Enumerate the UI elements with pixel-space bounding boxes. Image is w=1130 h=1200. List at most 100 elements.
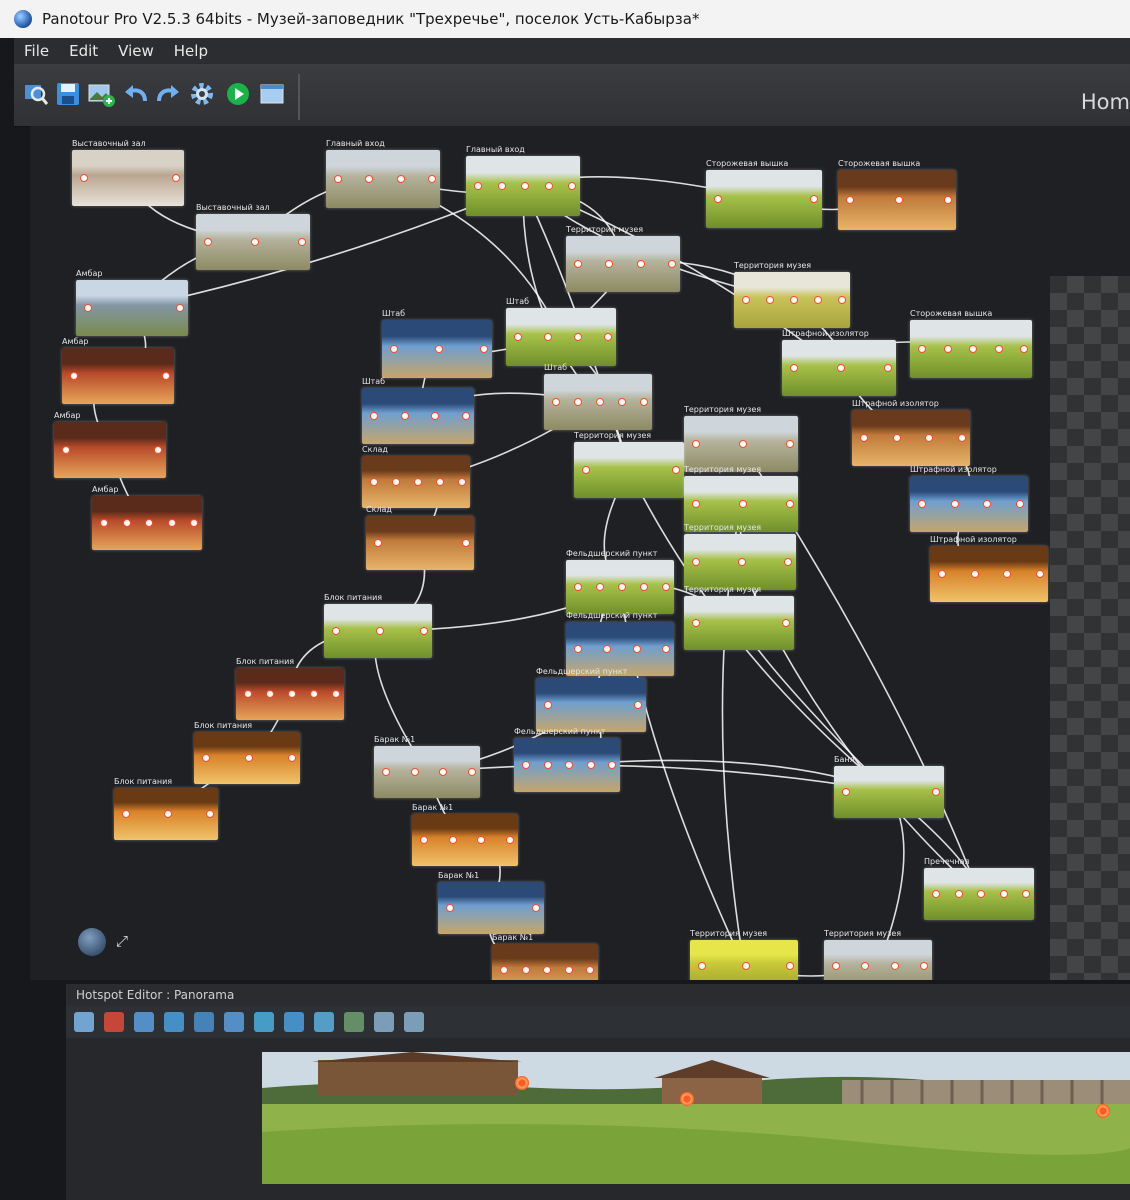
hotspot-dot[interactable] (376, 627, 384, 635)
hotspot-dot[interactable] (310, 690, 318, 698)
hotspot-dot[interactable] (266, 690, 274, 698)
gear-icon[interactable] (188, 80, 216, 108)
hotspot-dot[interactable] (497, 182, 506, 190)
hotspot-dot[interactable] (932, 890, 940, 898)
move-icon[interactable] (74, 1012, 94, 1032)
panorama-node[interactable]: Штрафной изолятор (930, 535, 1048, 602)
panorama-thumbnail[interactable] (566, 236, 680, 292)
hotspot-dot[interactable] (574, 333, 582, 341)
hotspot-dot[interactable] (714, 195, 722, 203)
hotspot-dot[interactable] (618, 398, 626, 406)
hotspot-dot[interactable] (100, 519, 108, 527)
hotspot-dot[interactable] (782, 619, 790, 627)
hotspot-dot[interactable] (448, 836, 457, 844)
panorama-thumbnail[interactable] (910, 476, 1028, 532)
hotspot-dot[interactable] (552, 398, 560, 406)
hotspot-dot[interactable] (586, 761, 595, 769)
picture-icon[interactable] (374, 1012, 394, 1032)
hotspot-dot[interactable] (698, 962, 706, 970)
hotspot-dot[interactable] (640, 583, 648, 591)
hotspot-dot[interactable] (892, 434, 901, 442)
hotspot-dot[interactable] (390, 345, 398, 353)
panorama-preview[interactable] (262, 1052, 1130, 1184)
panorama-node[interactable]: Штрафной изолятор (910, 465, 1028, 532)
select-icon[interactable] (104, 1012, 124, 1032)
panorama-node[interactable]: Пречечная (924, 857, 1034, 920)
panorama-node[interactable]: Фельдшерский пункт (514, 727, 620, 792)
hotspot-dot[interactable] (596, 398, 604, 406)
hotspot-dot[interactable] (950, 500, 959, 508)
hotspot-dot[interactable] (370, 478, 378, 486)
panorama-node[interactable]: Блок питания (194, 721, 300, 784)
hotspot-dot[interactable] (692, 558, 700, 566)
hotspot-dot[interactable] (932, 788, 940, 796)
hotspot-dot[interactable] (860, 434, 868, 442)
hotspot-dot[interactable] (596, 583, 604, 591)
hotspot-dot[interactable] (739, 500, 747, 508)
hotspot-dot[interactable] (634, 701, 642, 709)
hotspot-dot[interactable] (564, 966, 573, 974)
hotspot-dot[interactable] (162, 372, 170, 380)
hotspot-dot[interactable] (786, 962, 794, 970)
hotspot-dot[interactable] (842, 788, 850, 796)
panorama-node[interactable]: Территория музея (684, 585, 794, 650)
hotspot-dot[interactable] (958, 434, 966, 442)
panorama-node[interactable]: Барак №1 (412, 803, 518, 866)
panorama-node[interactable]: Барак №1 (374, 735, 480, 798)
search-icon[interactable] (22, 80, 50, 108)
hotspot-dot[interactable] (837, 364, 845, 372)
hotspot-dot[interactable] (632, 645, 641, 653)
hotspot-dot[interactable] (122, 810, 130, 818)
save-icon[interactable] (54, 80, 82, 108)
menu-file[interactable]: File (14, 42, 59, 60)
panorama-node[interactable]: Штрафной изолятор (852, 399, 970, 466)
hotspot-dot[interactable] (692, 440, 700, 448)
panorama-thumbnail[interactable] (574, 442, 684, 498)
text-hotspot-icon[interactable] (224, 1012, 244, 1032)
zoom-icon[interactable] (254, 1012, 274, 1032)
hotspot-dot[interactable] (786, 440, 794, 448)
hotspot-dot[interactable] (846, 196, 854, 204)
panorama-node[interactable]: Выставочный зал (72, 139, 184, 206)
hotspot-dot[interactable] (458, 478, 466, 486)
hotspot-dot[interactable] (474, 182, 482, 190)
hotspot-dot[interactable] (420, 836, 428, 844)
panorama-thumbnail[interactable] (930, 546, 1048, 602)
hotspot-dot[interactable] (574, 645, 582, 653)
hotspot-dot[interactable] (62, 446, 70, 454)
panorama-node[interactable]: Территория музея (690, 929, 798, 980)
image-icon[interactable] (344, 1012, 364, 1032)
panorama-thumbnail[interactable] (690, 940, 798, 980)
menu-help[interactable]: Help (164, 42, 218, 60)
hotspot-dot[interactable] (428, 175, 436, 183)
hotspot-dot[interactable] (1036, 570, 1044, 578)
hotspot-dot[interactable] (154, 446, 162, 454)
panorama-thumbnail[interactable] (326, 150, 440, 208)
hotspot-dot[interactable] (435, 345, 443, 353)
point-icon[interactable] (284, 1012, 304, 1032)
hotspot-dot[interactable] (84, 304, 92, 312)
hotspot-dot[interactable] (400, 412, 409, 420)
panorama-node[interactable]: Барак №1 (438, 871, 544, 934)
panorama-node[interactable]: Выставочный зал (196, 203, 310, 270)
hotspot-dot[interactable] (410, 768, 419, 776)
panorama-node[interactable]: Склад (362, 445, 470, 508)
hotspot-dot[interactable] (582, 466, 590, 474)
hotspot-dot[interactable] (668, 260, 676, 268)
panorama-node[interactable]: Амбар (62, 337, 174, 404)
hotspot-dot[interactable] (790, 296, 798, 304)
hotspot-dot[interactable] (374, 539, 382, 547)
hotspot-dot[interactable] (1020, 345, 1028, 353)
hotspot-dot[interactable] (574, 583, 582, 591)
hotspot-dot[interactable] (392, 478, 400, 486)
hotspot-dot[interactable] (784, 558, 792, 566)
photo-hotspot-icon[interactable] (164, 1012, 184, 1032)
panorama-node[interactable]: Штаб (506, 297, 616, 366)
hotspot-dot[interactable] (742, 296, 750, 304)
hotspot-dot[interactable] (532, 904, 540, 912)
menu-view[interactable]: View (108, 42, 164, 60)
hotspot-dot[interactable] (640, 398, 648, 406)
hotspot-dot[interactable] (332, 627, 340, 635)
hotspot-dot[interactable] (298, 238, 306, 246)
panorama-thumbnail[interactable] (62, 348, 174, 404)
